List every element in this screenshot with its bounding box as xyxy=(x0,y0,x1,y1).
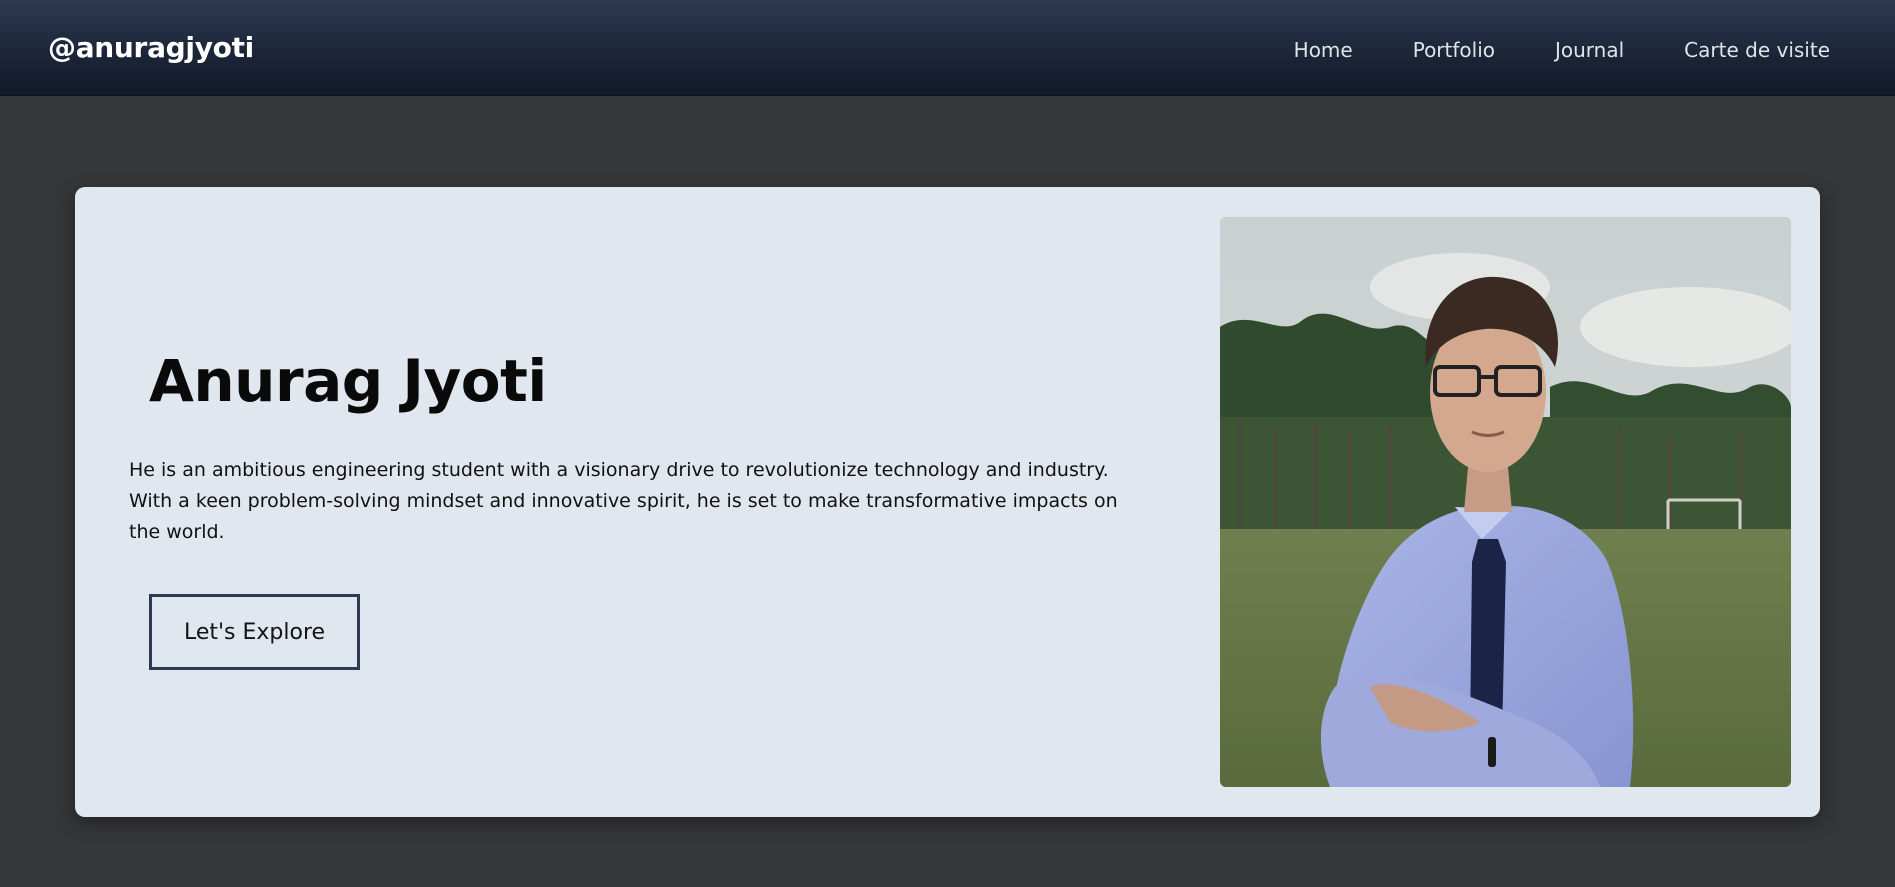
brand-logo-text[interactable]: @anuragjyoti xyxy=(48,30,254,66)
nav-link-portfolio[interactable]: Portfolio xyxy=(1413,36,1495,64)
hero-title: Anurag Jyoti xyxy=(149,347,547,415)
nav-link-journal[interactable]: Journal xyxy=(1555,36,1624,64)
profile-photo xyxy=(1220,217,1791,787)
hero-card: Anurag Jyoti He is an ambitious engineer… xyxy=(75,187,1820,817)
lets-explore-button[interactable]: Let's Explore xyxy=(149,594,360,670)
hero-description: He is an ambitious engineering student w… xyxy=(129,459,1118,543)
main-nav: Home Portfolio Journal Carte de visite xyxy=(1234,36,1830,64)
top-navbar: @anuragjyoti Home Portfolio Journal Cart… xyxy=(0,0,1895,96)
nav-link-home[interactable]: Home xyxy=(1294,36,1353,64)
nav-link-carte-de-visite[interactable]: Carte de visite xyxy=(1684,36,1830,64)
